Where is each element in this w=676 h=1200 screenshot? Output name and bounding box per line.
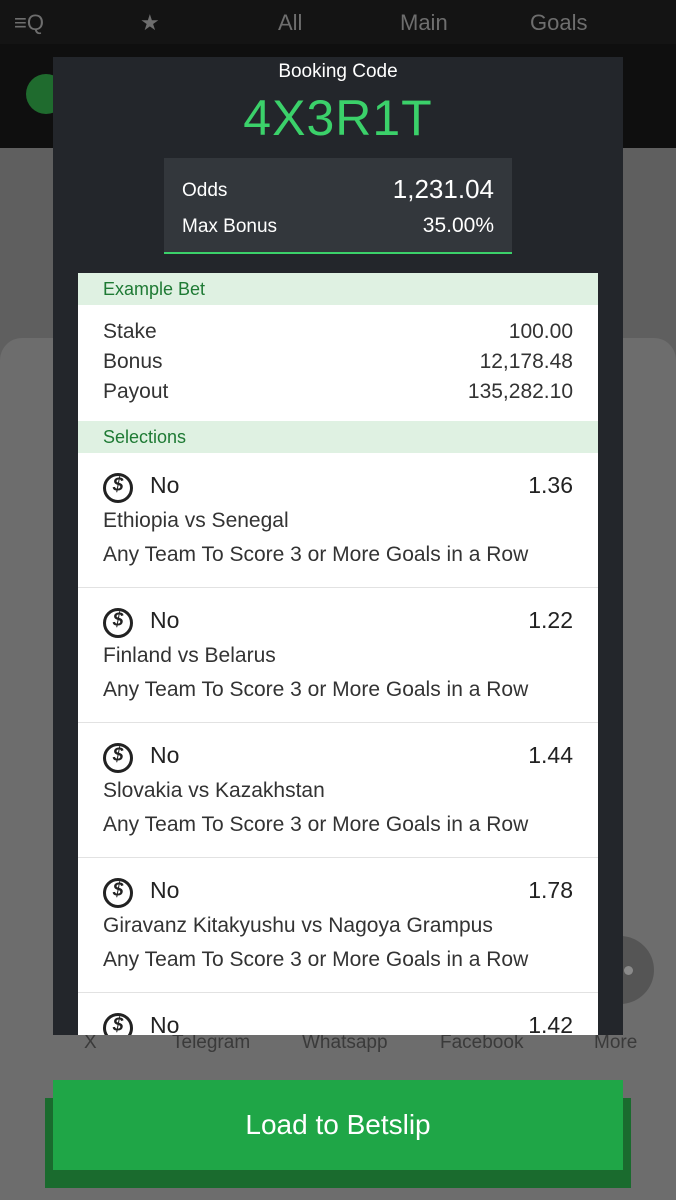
background-tab-goals: Goals — [530, 10, 588, 35]
example-bet-header: Example Bet — [78, 273, 598, 305]
dollar-coin-icon — [103, 1013, 133, 1035]
max-bonus-label: Max Bonus — [182, 216, 278, 237]
stake-value: 100.00 — [508, 320, 573, 343]
dollar-coin-icon — [103, 608, 133, 638]
selection-market: Any Team To Score 3 or More Goals in a R… — [103, 543, 529, 566]
selection-pick: No — [150, 742, 180, 768]
selection-item[interactable]: No 1.36 Ethiopia vs Senegal Any Team To … — [78, 454, 598, 588]
selection-market: Any Team To Score 3 or More Goals in a R… — [103, 813, 529, 836]
selection-item[interactable]: No 1.44 Slovakia vs Kazakhstan Any Team … — [78, 724, 598, 858]
dot-icon — [624, 966, 633, 975]
background-tab-main: Main — [400, 10, 448, 35]
bonus-label: Bonus — [103, 350, 163, 373]
share-more: More — [594, 1032, 638, 1053]
selection-market: Any Team To Score 3 or More Goals in a R… — [103, 678, 529, 701]
load-to-betslip-button[interactable]: Load to Betslip — [53, 1080, 623, 1170]
stake-row: Stake 100.00 — [103, 320, 573, 344]
share-whatsapp: Whatsapp — [302, 1032, 388, 1053]
selection-pick: No — [150, 877, 180, 903]
background-star-icon: ★ — [140, 10, 160, 35]
odds-value: 1,231.04 — [392, 174, 494, 204]
max-bonus-value: 35.00% — [422, 214, 494, 237]
bonus-value: 12,178.48 — [479, 350, 573, 373]
booking-code-modal: Booking Code 4X3R1T Odds 1,231.04 Max Bo… — [53, 57, 623, 1035]
background-tab-all: All — [278, 10, 303, 35]
payout-row: Payout 135,282.10 — [103, 380, 573, 404]
booking-code-value[interactable]: 4X3R1T — [53, 89, 623, 147]
selection-market: Any Team To Score 3 or More Goals in a R… — [103, 948, 529, 971]
odds-summary: Odds 1,231.04 Max Bonus 35.00% — [164, 158, 512, 254]
stake-label: Stake — [103, 320, 157, 343]
selection-item[interactable]: No 1.42 — [78, 994, 598, 1035]
selection-odds: 1.22 — [528, 607, 573, 633]
selection-pick: No — [150, 607, 180, 633]
dollar-coin-icon — [103, 878, 133, 908]
share-facebook: Facebook — [440, 1032, 524, 1053]
selection-odds: 1.78 — [528, 877, 573, 903]
booking-code-label: Booking Code — [278, 61, 398, 82]
background-tab-bar: ≡Q ★ All Main Goals — [0, 0, 676, 44]
bet-details-card[interactable]: Example Bet Stake 100.00 Bonus 12,178.48… — [78, 273, 598, 1035]
selection-match: Finland vs Belarus — [103, 644, 276, 667]
odds-label: Odds — [182, 180, 228, 201]
selection-item[interactable]: No 1.78 Giravanz Kitakyushu vs Nagoya Gr… — [78, 859, 598, 993]
selection-match: Slovakia vs Kazakhstan — [103, 779, 325, 802]
selection-match: Giravanz Kitakyushu vs Nagoya Grampus — [103, 914, 493, 937]
background-search-icon: ≡Q — [14, 10, 44, 35]
selection-odds: 1.36 — [528, 472, 573, 498]
payout-value: 135,282.10 — [467, 380, 573, 403]
share-x: X — [84, 1032, 97, 1053]
selection-item[interactable]: No 1.22 Finland vs Belarus Any Team To S… — [78, 589, 598, 723]
selection-odds: 1.42 — [528, 1012, 573, 1035]
selection-odds: 1.44 — [528, 742, 573, 768]
dollar-coin-icon — [103, 743, 133, 773]
selection-match: Ethiopia vs Senegal — [103, 509, 289, 532]
dollar-coin-icon — [103, 473, 133, 503]
payout-label: Payout — [103, 380, 169, 403]
selections-header: Selections — [78, 421, 598, 453]
bonus-row: Bonus 12,178.48 — [103, 350, 573, 374]
share-telegram: Telegram — [172, 1032, 251, 1053]
selection-pick: No — [150, 472, 180, 498]
selection-pick: No — [150, 1012, 180, 1035]
